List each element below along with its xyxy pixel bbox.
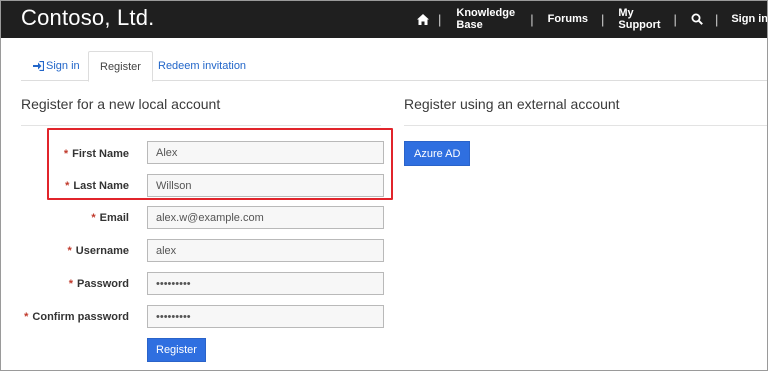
- account-tabs: Sign in Register Redeem invitation: [21, 51, 768, 82]
- external-account-heading: Register using an external account: [404, 96, 620, 112]
- tab-redeem-invitation[interactable]: Redeem invitation: [158, 51, 246, 81]
- local-heading-divider: [21, 125, 381, 126]
- local-account-heading: Register for a new local account: [21, 96, 221, 112]
- main-nav: | Knowledge Base | Forums | My Support |…: [417, 0, 768, 38]
- brand-title[interactable]: Contoso, Ltd.: [21, 5, 154, 31]
- top-bar: Contoso, Ltd. | Knowledge Base | Forums …: [0, 0, 768, 38]
- password-input[interactable]: [147, 272, 384, 295]
- required-marker: *: [68, 278, 74, 290]
- name-fields-highlight: [47, 128, 393, 200]
- search-button[interactable]: [691, 0, 703, 38]
- nav-separator: |: [601, 11, 605, 27]
- required-marker: *: [24, 311, 29, 323]
- tab-sign-in[interactable]: Sign in: [33, 51, 80, 81]
- azure-ad-button[interactable]: Azure AD: [404, 141, 471, 166]
- nav-my-support[interactable]: My Support: [618, 0, 660, 38]
- nav-separator: |: [714, 11, 719, 27]
- required-marker: *: [91, 212, 96, 224]
- tab-register[interactable]: Register: [88, 51, 153, 82]
- confirm-password-input[interactable]: [147, 305, 384, 328]
- email-label: * Email: [91, 212, 129, 224]
- nav-forums[interactable]: Forums: [548, 0, 588, 38]
- nav-sign-in[interactable]: Sign in: [731, 0, 768, 38]
- home-icon: [417, 13, 429, 25]
- username-input[interactable]: [147, 239, 384, 262]
- tab-sign-in-label: Sign in: [46, 60, 80, 72]
- nav-separator: |: [530, 11, 534, 27]
- nav-separator: |: [673, 11, 677, 27]
- confirm-password-label: * Confirm password: [24, 311, 129, 323]
- nav-separator: |: [438, 11, 442, 27]
- password-label: * Password: [68, 278, 129, 290]
- required-marker: *: [67, 245, 72, 257]
- sign-in-icon: [33, 61, 44, 71]
- search-icon: [691, 13, 703, 25]
- external-heading-divider: [404, 125, 768, 126]
- home-link[interactable]: [417, 0, 429, 38]
- email-input[interactable]: [147, 206, 384, 229]
- nav-knowledge-base[interactable]: Knowledge Base: [456, 0, 516, 38]
- register-button[interactable]: Register: [147, 338, 206, 362]
- username-label: * Username: [67, 245, 129, 257]
